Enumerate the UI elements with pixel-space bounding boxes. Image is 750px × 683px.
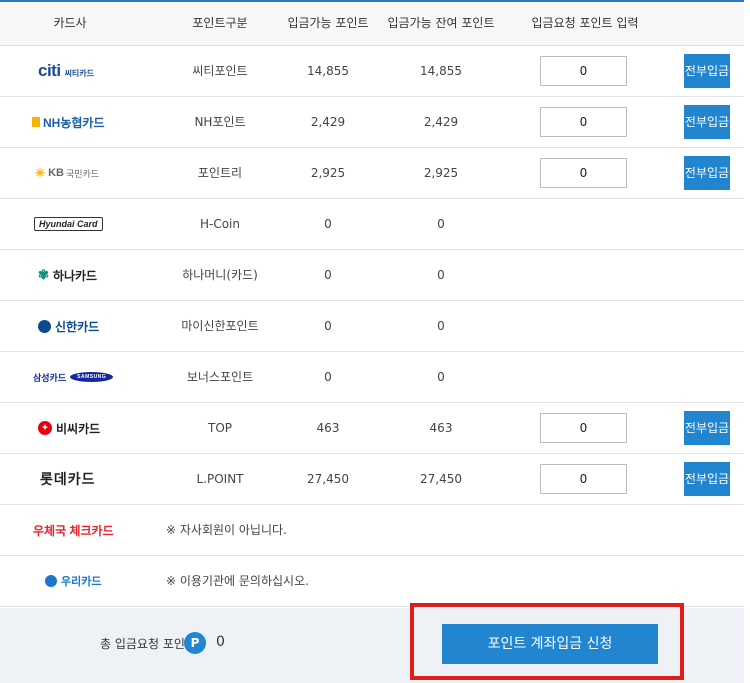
available-points: 27,450 [307,472,349,486]
header-request: 입금요청 포인트 입력 [531,16,639,30]
hana-logo-text: 하나카드 [52,268,98,283]
kb-logo-sub: 국민카드 [65,169,100,180]
remaining-points: 14,855 [420,64,462,78]
kb-card-logo: ✳ KB 국민카드 [35,148,99,198]
remaining-points: 0 [437,268,445,282]
table-row: 우체국 체크카드 ※ 자사회원이 아닙니다. [0,505,744,556]
total-request-label: 총 입금요청 포인트 [100,637,196,651]
citi-card-logo: citi 씨티카드 [38,46,94,96]
point-type: 씨티포인트 [192,64,248,78]
remaining-points: 2,925 [423,166,459,180]
deposit-all-button[interactable]: 전부입금 [684,105,730,139]
table-row: citi 씨티카드 씨티포인트 14,855 14,855 전부입금 [0,46,744,97]
available-points: 2,429 [310,115,346,129]
point-type: 포인트리 [197,166,243,180]
deposit-all-button[interactable]: 전부입금 [684,54,730,88]
woori-emblem-icon [45,575,57,587]
available-points: 0 [324,217,332,231]
lotte-logo-text: 롯데카드 [40,471,96,487]
bc-card-logo: ✦ 비씨카드 [38,403,100,453]
remaining-points: 0 [437,319,445,333]
header-remaining: 입금가능 잔여 포인트 [387,16,495,30]
hana-leaf-icon: ✾ [38,267,49,282]
remaining-points: 0 [437,217,445,231]
samsung-oval-icon: SAMSUNG [70,372,114,382]
woori-logo-text: 우리카드 [61,576,102,588]
table-row: 삼성카드 SAMSUNG 보너스포인트 0 0 [0,352,744,403]
available-points: 463 [316,421,340,435]
citi-logo-main: citi [38,61,61,80]
nh-emblem-icon [32,117,40,127]
hyundai-logo-text: Hyundai Card [34,217,103,231]
available-points: 14,855 [307,64,349,78]
deposit-all-button[interactable]: 전부입금 [684,462,730,496]
request-amount-input[interactable] [540,56,627,86]
shinhan-card-logo: 신한카드 [38,301,99,351]
submit-point-deposit-button[interactable]: 포인트 계좌입금 신청 [442,624,658,664]
notice-text: ※ 자사회원이 아닙니다. [166,523,287,537]
remaining-points: 0 [437,370,445,384]
request-amount-input[interactable] [540,413,627,443]
bc-emblem-icon: ✦ [38,421,52,435]
table-row: ✾ 하나카드 하나머니(카드) 0 0 [0,250,744,301]
header-available: 입금가능 포인트 [287,16,369,30]
kb-star-icon: ✳ [35,166,46,180]
shinhan-logo-text: 신한카드 [55,319,100,334]
nh-logo-text: NH농협카드 [43,115,105,130]
epost-logo-text: 우체국 체크카드 [33,523,114,538]
table-row: ✦ 비씨카드 TOP 463 463 전부입금 [0,403,744,454]
request-amount-input[interactable] [540,107,627,137]
point-type: L.POINT [196,472,244,486]
table-row: 신한카드 마이신한포인트 0 0 [0,301,744,352]
table-row: NH농협카드 NH포인트 2,429 2,429 전부입금 [0,97,744,148]
table-row: Hyundai Card H-Coin 0 0 [0,199,744,250]
point-p-icon: P [184,632,206,654]
point-type: 보너스포인트 [186,370,254,384]
deposit-all-button[interactable]: 전부입금 [684,156,730,190]
available-points: 2,925 [310,166,346,180]
remaining-points: 2,429 [423,115,459,129]
citi-logo-sub: 씨티카드 [64,68,95,78]
table-row: ✳ KB 국민카드 포인트리 2,925 2,925 전부입금 [0,148,744,199]
available-points: 0 [324,268,332,282]
lotte-card-logo: 롯데카드 [40,454,96,504]
remaining-points: 463 [429,421,453,435]
point-type: 마이신한포인트 [181,319,259,333]
available-points: 0 [324,319,332,333]
kb-logo-main: KB [48,167,64,179]
epost-card-logo: 우체국 체크카드 [33,505,114,555]
total-request-value: 0 [216,634,225,650]
header-card: 카드사 [53,16,87,30]
point-type: 하나머니(카드) [182,268,258,282]
samsung-logo-text: 삼성카드 [33,372,67,383]
samsung-card-logo: 삼성카드 SAMSUNG [33,352,114,402]
remaining-points: 27,450 [420,472,462,486]
header-point-type: 포인트구분 [192,16,248,30]
point-type: TOP [207,421,232,435]
available-points: 0 [324,370,332,384]
nh-card-logo: NH농협카드 [32,97,105,147]
shinhan-emblem-icon [38,319,51,333]
deposit-all-button[interactable]: 전부입금 [684,411,730,445]
woori-card-logo: 우리카드 [45,556,101,606]
table-row: 우리카드 ※ 이용기관에 문의하십시오. [0,556,744,607]
notice-text: ※ 이용기관에 문의하십시오. [166,574,309,588]
point-type: NH포인트 [194,115,246,129]
table-row: 롯데카드 L.POINT 27,450 27,450 전부입금 [0,454,744,505]
point-type: H-Coin [199,217,240,231]
request-amount-input[interactable] [540,464,627,494]
hyundai-card-logo: Hyundai Card [34,199,103,249]
bc-logo-text: 비씨카드 [56,421,101,436]
hana-card-logo: ✾ 하나카드 [38,250,97,300]
request-amount-input[interactable] [540,158,627,188]
table-header: 카드사 포인트구분 입금가능 포인트 입금가능 잔여 포인트 입금요청 포인트 … [0,2,744,46]
